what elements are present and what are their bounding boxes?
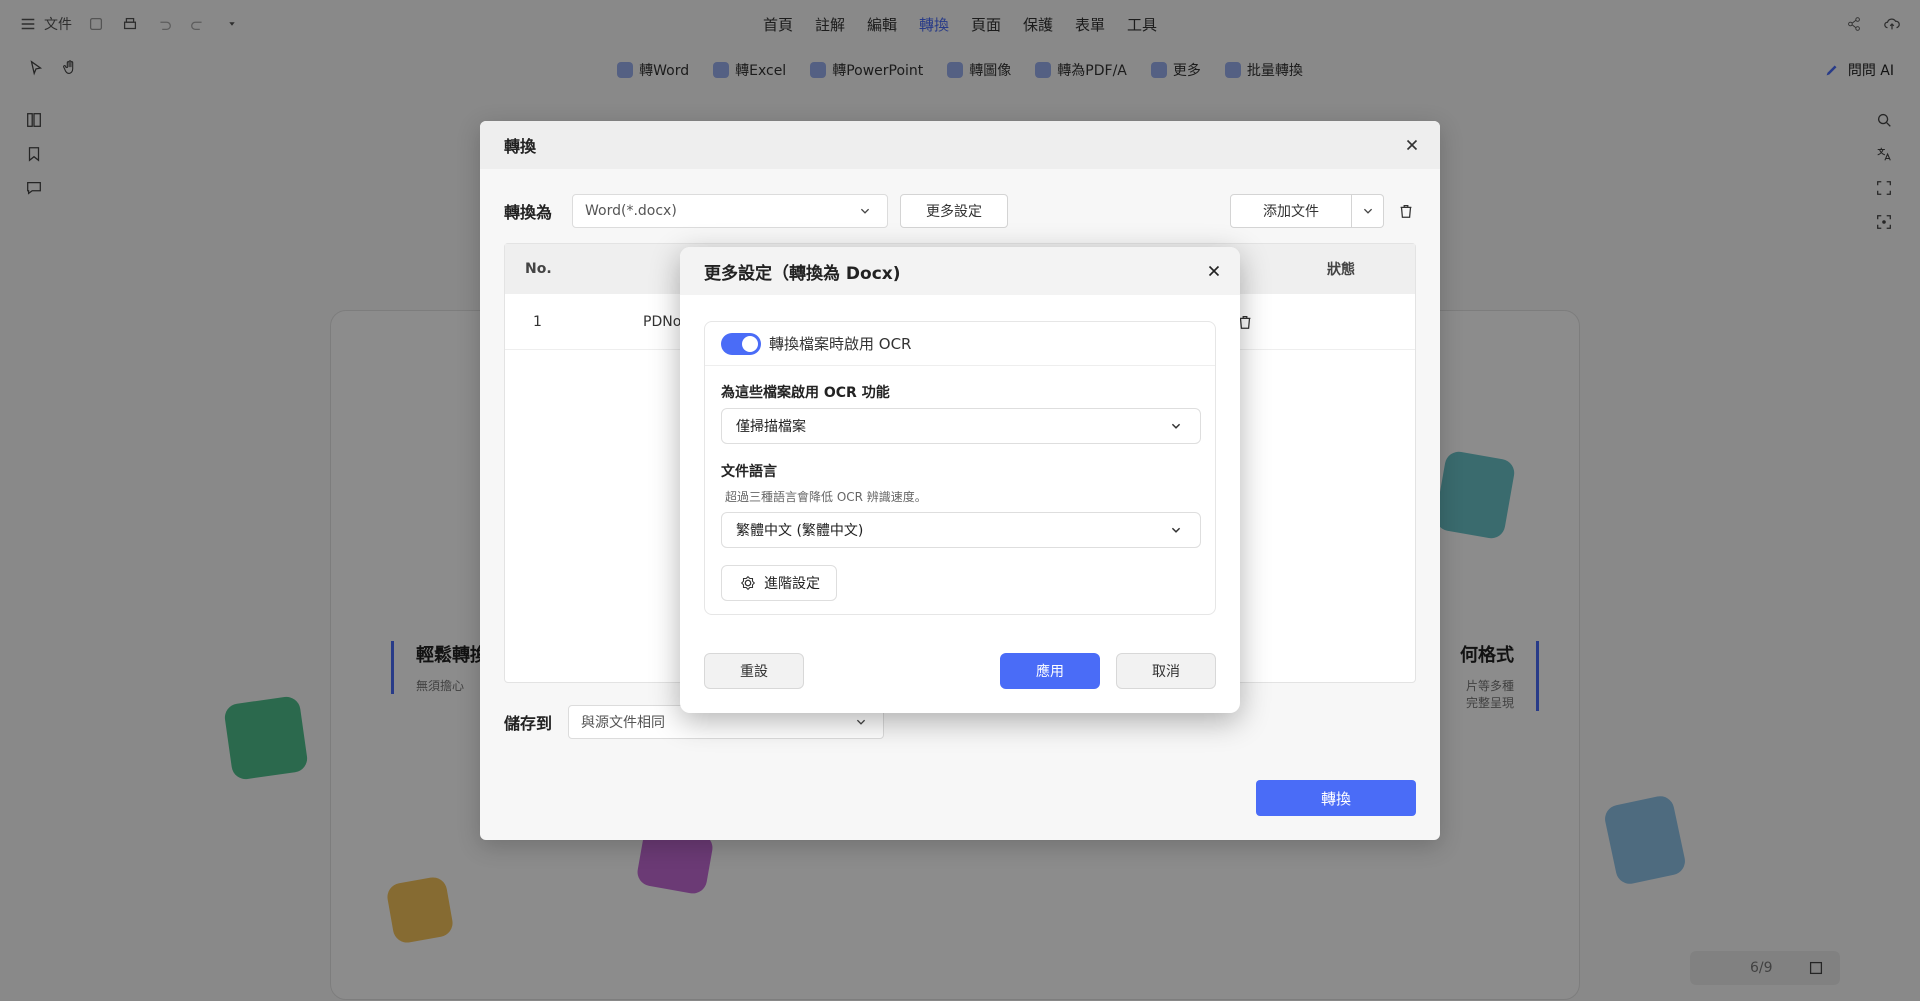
chevron-down-icon [851, 712, 871, 732]
close-icon[interactable] [1402, 135, 1422, 155]
add-file-button[interactable]: 添加文件 [1230, 194, 1352, 228]
language-label: 文件語言 [721, 464, 777, 480]
apply-button-label: 應用 [1036, 664, 1064, 680]
cancel-button-label: 取消 [1152, 664, 1180, 680]
convert-to-row: 轉換為 Word(*.docx) 更多設定 添加文件 [504, 193, 1416, 229]
reset-button[interactable]: 重設 [704, 653, 804, 689]
gear-icon [738, 573, 758, 593]
more-settings-modal: 更多設定（轉換為 Docx) 轉換檔案時啟用 OCR 為這些檔案啟用 OCR 功… [680, 247, 1240, 713]
ocr-toggle-label: 轉換檔案時啟用 OCR [769, 335, 912, 353]
ocr-settings-panel: 轉換檔案時啟用 OCR 為這些檔案啟用 OCR 功能 僅掃描檔案 文件語言 超過… [704, 321, 1216, 615]
chevron-down-icon [1358, 201, 1378, 221]
more-settings-button[interactable]: 更多設定 [900, 194, 1009, 228]
more-settings-button-label: 更多設定 [926, 204, 983, 220]
convert-button[interactable]: 轉換 [1256, 780, 1416, 816]
ocr-scope-label: 為這些檔案啟用 OCR 功能 [721, 385, 890, 401]
ocr-scope-value: 僅掃描檔案 [736, 419, 806, 435]
chevron-down-icon [1166, 520, 1186, 540]
ocr-toggle[interactable] [721, 332, 761, 355]
convert-dialog-header: 轉換 [480, 121, 1440, 169]
trash-icon[interactable] [1396, 201, 1416, 221]
language-select[interactable]: 繁體中文 (繁體中文) [721, 512, 1201, 548]
format-select-value: Word(*.docx) [585, 203, 677, 219]
reset-button-label: 重設 [740, 664, 768, 680]
language-help-text: 超過三種語言會降低 OCR 辨識速度。 [725, 490, 927, 504]
more-settings-header: 更多設定（轉換為 Docx) [680, 247, 1240, 295]
convert-button-label: 轉換 [1320, 789, 1351, 808]
save-to-label: 儲存到 [504, 714, 553, 733]
ocr-toggle-row: 轉換檔案時啟用 OCR [705, 322, 1215, 366]
apply-button[interactable]: 應用 [1000, 653, 1100, 689]
chevron-down-icon [1166, 416, 1186, 436]
row-no: 1 [533, 313, 542, 330]
ocr-scope-select[interactable]: 僅掃描檔案 [721, 408, 1201, 444]
language-value: 繁體中文 (繁體中文) [736, 523, 864, 539]
advanced-settings-label: 進階設定 [764, 576, 820, 592]
chevron-down-icon [855, 201, 875, 221]
format-select[interactable]: Word(*.docx) [572, 194, 889, 228]
convert-to-label: 轉換為 [504, 203, 553, 222]
close-icon[interactable] [1204, 261, 1224, 281]
column-status: 狀態 [1327, 262, 1355, 278]
cancel-button[interactable]: 取消 [1116, 653, 1216, 689]
convert-dialog-title: 轉換 [504, 137, 537, 156]
add-file-button-label: 添加文件 [1263, 204, 1319, 220]
more-settings-title: 更多設定（轉換為 Docx) [704, 263, 901, 284]
add-file-dropdown[interactable] [1352, 194, 1384, 228]
save-to-value: 與源文件相同 [581, 715, 666, 731]
row-file-name: PDNo [643, 313, 682, 330]
advanced-settings-button[interactable]: 進階設定 [721, 565, 837, 601]
column-no: No. [525, 261, 552, 277]
